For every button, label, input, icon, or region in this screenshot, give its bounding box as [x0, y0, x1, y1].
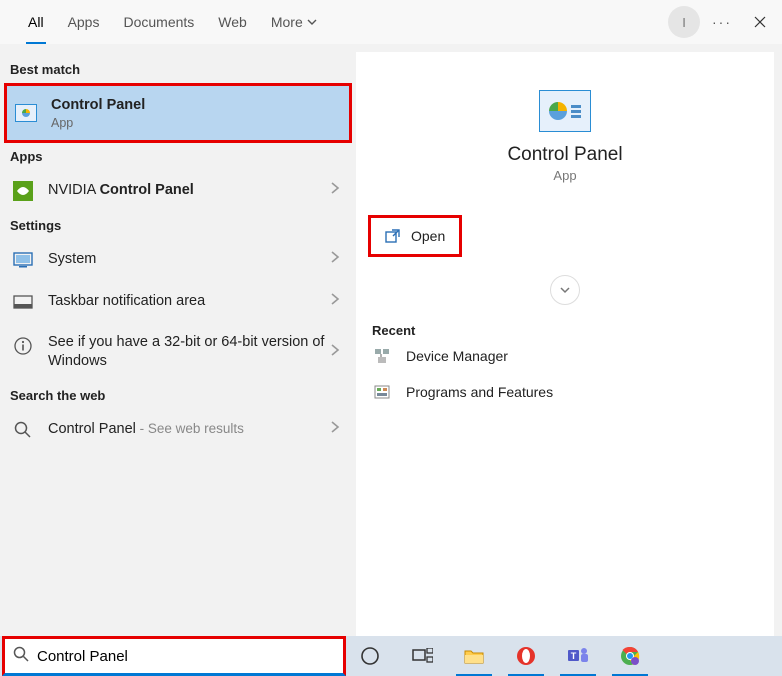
- recent-item-label: Device Manager: [406, 348, 508, 364]
- taskbar: T: [0, 636, 782, 676]
- taskview-icon: [411, 648, 433, 664]
- control-panel-icon: [15, 102, 37, 124]
- taskbar-chrome-button[interactable]: [616, 642, 644, 670]
- device-manager-icon: [372, 346, 392, 366]
- svg-text:T: T: [571, 651, 577, 661]
- taskbar-opera-button[interactable]: [512, 642, 540, 670]
- chevron-down-icon: [559, 284, 571, 296]
- info-icon: [12, 335, 34, 357]
- result-title: Control Panel: [51, 96, 145, 116]
- tab-all[interactable]: All: [16, 0, 56, 44]
- chrome-icon: [620, 646, 640, 666]
- result-detail-pane: Control Panel App Open Recent Device Man…: [356, 52, 774, 636]
- open-button[interactable]: Open: [368, 215, 462, 257]
- result-taskbar-notification[interactable]: Taskbar notification area: [4, 281, 352, 323]
- result-title: See if you have a 32-bit or 64-bit versi…: [48, 333, 330, 372]
- file-explorer-icon: [463, 647, 485, 665]
- taskbar-explorer-button[interactable]: [460, 642, 488, 670]
- close-icon: [754, 16, 766, 28]
- tab-more[interactable]: More: [259, 0, 329, 44]
- result-title: NVIDIA Control Panel: [48, 181, 330, 201]
- tab-more-label: More: [271, 14, 303, 30]
- section-settings: Settings: [4, 212, 352, 239]
- chevron-right-icon: [330, 292, 340, 311]
- tab-web[interactable]: Web: [206, 0, 259, 44]
- programs-icon: [372, 382, 392, 402]
- recent-item-label: Programs and Features: [406, 384, 553, 400]
- taskbar-teams-button[interactable]: T: [564, 642, 592, 670]
- user-avatar-button[interactable]: I: [668, 6, 700, 38]
- more-options-button[interactable]: ···: [706, 6, 738, 38]
- result-web-control-panel[interactable]: Control Panel - See web results: [4, 409, 352, 451]
- result-32bit-64bit[interactable]: See if you have a 32-bit or 64-bit versi…: [4, 323, 352, 382]
- taskbar-cortana-button[interactable]: [356, 642, 384, 670]
- detail-type: App: [553, 168, 576, 183]
- chevron-right-icon: [330, 181, 340, 200]
- chevron-right-icon: [330, 343, 340, 362]
- recent-device-manager[interactable]: Device Manager: [368, 338, 762, 374]
- search-icon: [12, 419, 34, 441]
- search-results-pane: Best match Control Panel App Apps NVIDIA…: [0, 44, 356, 636]
- nvidia-icon: [12, 180, 34, 202]
- cortana-icon: [360, 646, 380, 666]
- close-button[interactable]: [744, 6, 776, 38]
- section-apps: Apps: [4, 143, 352, 170]
- expand-button[interactable]: [550, 275, 580, 305]
- system-icon: [12, 249, 34, 271]
- result-system[interactable]: System: [4, 239, 352, 281]
- chevron-right-icon: [330, 420, 340, 439]
- search-box[interactable]: [2, 636, 346, 676]
- tab-apps[interactable]: Apps: [56, 0, 112, 44]
- teams-icon: T: [567, 646, 589, 666]
- result-title: Taskbar notification area: [48, 292, 330, 312]
- result-title: Control Panel - See web results: [48, 420, 330, 440]
- search-scope-tabs: All Apps Documents Web More I ···: [0, 0, 782, 44]
- taskbar-icon: [12, 291, 34, 313]
- section-search-web: Search the web: [4, 382, 352, 409]
- result-type: App: [51, 116, 145, 130]
- recent-label: Recent: [372, 323, 762, 338]
- result-nvidia-control-panel[interactable]: NVIDIA Control Panel: [4, 170, 352, 212]
- chevron-down-icon: [307, 17, 317, 27]
- opera-icon: [516, 646, 536, 666]
- result-control-panel[interactable]: Control Panel App: [4, 83, 352, 143]
- open-label: Open: [411, 228, 445, 244]
- chevron-right-icon: [330, 250, 340, 269]
- search-input[interactable]: [37, 648, 335, 665]
- result-title: System: [48, 250, 330, 270]
- section-best-match: Best match: [4, 56, 352, 83]
- control-panel-icon: [539, 90, 591, 132]
- recent-programs-features[interactable]: Programs and Features: [368, 374, 762, 410]
- search-icon: [13, 646, 29, 667]
- open-icon: [385, 228, 401, 244]
- detail-title: Control Panel: [507, 144, 622, 166]
- taskbar-taskview-button[interactable]: [408, 642, 436, 670]
- tab-documents[interactable]: Documents: [111, 0, 206, 44]
